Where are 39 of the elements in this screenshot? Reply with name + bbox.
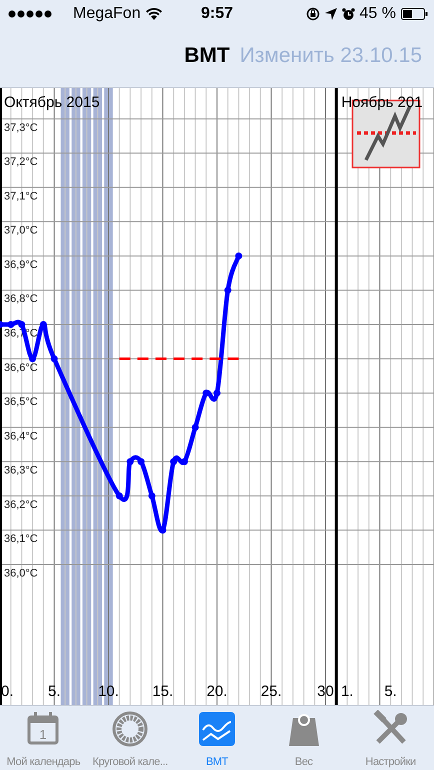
tab[interactable]: Настройки (347, 706, 434, 770)
x-axis-label: 10. (98, 683, 119, 700)
battery-icon (401, 8, 428, 20)
tab[interactable]: Вес (260, 706, 348, 770)
y-axis-label: 36,9°C (4, 258, 38, 271)
y-axis-label: 36,4°C (4, 430, 38, 442)
y-axis-label: 37,1°C (4, 190, 38, 202)
y-axis-label: 36,1°C (4, 533, 38, 546)
y-axis-label: 36,5°C (4, 396, 38, 408)
wifi-icon (146, 8, 162, 20)
screen-title: BMT (184, 44, 230, 68)
y-axis-label: 37,3°C (4, 122, 38, 134)
month-label: Октябрь 2015 (4, 94, 100, 111)
x-axis-label: 20. (206, 683, 228, 700)
y-axis-label: 37,2°C (4, 156, 38, 168)
wheel-icon (111, 710, 150, 748)
x-axis-label: 1. (340, 683, 354, 700)
tab[interactable]: 1 Мой календарь (0, 706, 87, 770)
tab[interactable]: BMT (174, 706, 260, 770)
x-axis-label: 5. (48, 683, 60, 700)
carrier-name: MegaFon (73, 5, 141, 23)
x-axis-label: 30 (317, 683, 334, 700)
edit-date-button[interactable]: Изменить 23.10.15 (240, 44, 422, 68)
y-axis-label: 36,2°C (4, 498, 38, 511)
x-axis-label: 15. (152, 683, 174, 700)
y-axis-label: 36,6°C (4, 362, 38, 374)
alarm-icon (342, 8, 355, 20)
tab[interactable]: Круговой кале... (86, 706, 174, 770)
location-icon (324, 8, 337, 20)
y-axis-label: 36,8°C (4, 293, 38, 306)
battery-percent: 45 % (360, 5, 396, 23)
x-axis-label: 25. (260, 683, 282, 700)
rotation-lock-icon (306, 7, 320, 21)
chart-icon (198, 710, 236, 748)
y-axis-label: 37,0°C (4, 224, 38, 237)
y-axis-label: 36,0°C (4, 567, 38, 580)
y-axis-label: 36,3°C (4, 464, 38, 477)
status-time: 9:57 (200, 5, 234, 23)
x-axis-label: 5. (384, 683, 397, 700)
